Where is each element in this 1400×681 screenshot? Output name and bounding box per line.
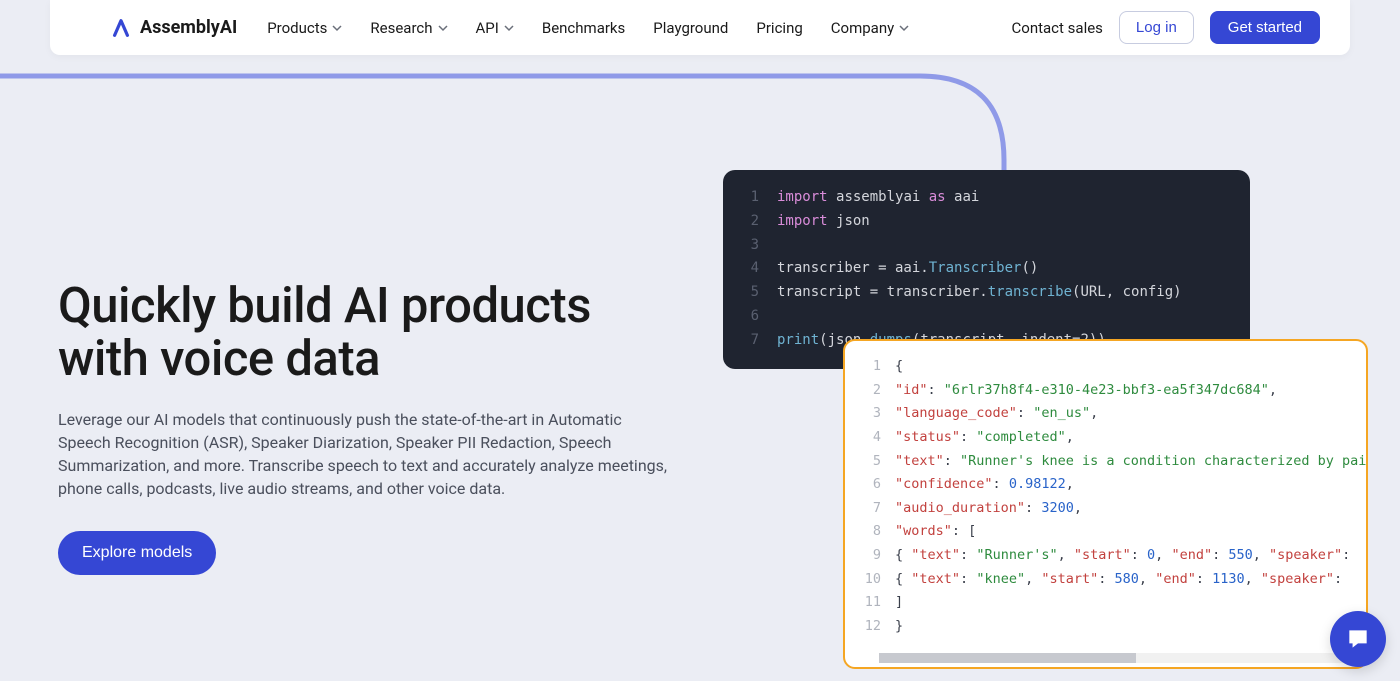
- code-content: import assemblyai as aai: [777, 186, 979, 210]
- code-content: "language_code": "en_us",: [895, 402, 1098, 426]
- code-line: 3: [723, 234, 1250, 258]
- line-number: 4: [859, 426, 881, 450]
- code-content: }: [895, 615, 903, 639]
- nav-item-label: Benchmarks: [542, 19, 625, 37]
- login-button[interactable]: Log in: [1119, 11, 1194, 44]
- code-line: 1 import assemblyai as aai: [723, 186, 1250, 210]
- line-number: 5: [737, 281, 759, 305]
- nav-item-label: API: [476, 19, 499, 37]
- nav-item-company[interactable]: Company: [831, 19, 909, 37]
- explore-models-button[interactable]: Explore models: [58, 531, 216, 575]
- line-number: 6: [859, 473, 881, 497]
- code-line: 12}: [845, 615, 1366, 639]
- line-number: 10: [859, 568, 881, 592]
- chevron-down-icon: [504, 23, 514, 33]
- code-line: 7 "audio_duration": 3200,: [845, 497, 1366, 521]
- code-line: 5 transcript = transcriber.transcribe(URL…: [723, 281, 1250, 305]
- nav-item-api[interactable]: API: [476, 19, 514, 37]
- nav-item-playground[interactable]: Playground: [653, 19, 728, 37]
- navbar: AssemblyAI Products Research API Benchmarks…: [50, 0, 1350, 55]
- code-content: "status": "completed",: [895, 426, 1074, 450]
- code-line: 4 "status": "completed",: [845, 426, 1366, 450]
- code-line: 4 transcriber = aai.Transcriber(): [723, 257, 1250, 281]
- nav-item-research[interactable]: Research: [370, 19, 447, 37]
- hero-title: Quickly build AI products with voice dat…: [58, 280, 678, 386]
- get-started-button[interactable]: Get started: [1210, 11, 1320, 44]
- hero-section: Quickly build AI products with voice dat…: [58, 280, 678, 575]
- nav-item-label: Pricing: [756, 19, 802, 37]
- code-content: "id": "6rlr37h8f4-e310-4e23-bbf3-ea5f347…: [895, 379, 1277, 403]
- nav-item-label: Research: [370, 19, 432, 37]
- line-number: 8: [859, 520, 881, 544]
- code-content: { "text": "knee", "start": 580, "end": 1…: [895, 568, 1342, 592]
- line-number: 1: [737, 186, 759, 210]
- contact-sales-link[interactable]: Contact sales: [1012, 19, 1103, 37]
- line-number: 5: [859, 450, 881, 474]
- chevron-down-icon: [438, 23, 448, 33]
- chevron-down-icon: [899, 23, 909, 33]
- code-line: 3 "language_code": "en_us",: [845, 402, 1366, 426]
- code-line: 6: [723, 305, 1250, 329]
- logo[interactable]: AssemblyAI: [110, 17, 237, 39]
- nav-item-label: Company: [831, 19, 894, 37]
- line-number: 2: [737, 210, 759, 234]
- code-line: 6 "confidence": 0.98122,: [845, 473, 1366, 497]
- nav-right: Contact sales Log in Get started: [1012, 11, 1320, 44]
- code-sample-json: 1{2 "id": "6rlr37h8f4-e310-4e23-bbf3-ea5…: [843, 339, 1368, 669]
- line-number: 4: [737, 257, 759, 281]
- code-content: transcript = transcriber.transcribe(URL,…: [777, 281, 1182, 305]
- code-content: {: [895, 355, 903, 379]
- horizontal-scrollbar[interactable]: [879, 653, 1346, 663]
- code-line: 2 "id": "6rlr37h8f4-e310-4e23-bbf3-ea5f3…: [845, 379, 1366, 403]
- line-number: 9: [859, 544, 881, 568]
- nav-item-benchmarks[interactable]: Benchmarks: [542, 19, 625, 37]
- code-content: "words": [: [895, 520, 976, 544]
- hero-subtitle: Leverage our AI models that continuously…: [58, 408, 678, 501]
- line-number: 1: [859, 355, 881, 379]
- line-number: 7: [859, 497, 881, 521]
- logo-text: AssemblyAI: [140, 17, 237, 38]
- line-number: 12: [859, 615, 881, 639]
- code-content: "text": "Runner's knee is a condition ch…: [895, 450, 1366, 474]
- code-content: "audio_duration": 3200,: [895, 497, 1082, 521]
- line-number: 2: [859, 379, 881, 403]
- chat-icon: [1345, 626, 1371, 652]
- nav-item-pricing[interactable]: Pricing: [756, 19, 802, 37]
- chat-button[interactable]: [1330, 611, 1386, 667]
- nav-item-label: Products: [267, 19, 327, 37]
- code-line: 9 { "text": "Runner's", "start": 0, "end…: [845, 544, 1366, 568]
- code-content: { "text": "Runner's", "start": 0, "end":…: [895, 544, 1350, 568]
- scrollbar-thumb[interactable]: [879, 653, 1136, 663]
- code-content: "confidence": 0.98122,: [895, 473, 1074, 497]
- code-line: 1{: [845, 355, 1366, 379]
- code-content: ]: [895, 591, 903, 615]
- code-line: 11 ]: [845, 591, 1366, 615]
- line-number: 7: [737, 329, 759, 353]
- chevron-down-icon: [332, 23, 342, 33]
- logo-icon: [110, 17, 132, 39]
- line-number: 3: [859, 402, 881, 426]
- nav-item-label: Playground: [653, 19, 728, 37]
- code-line: 10 { "text": "knee", "start": 580, "end"…: [845, 568, 1366, 592]
- nav-item-products[interactable]: Products: [267, 19, 342, 37]
- line-number: 3: [737, 234, 759, 258]
- code-line: 2 import json: [723, 210, 1250, 234]
- code-line: 8 "words": [: [845, 520, 1366, 544]
- nav-links: Products Research API Benchmarks Playground P…: [267, 19, 909, 37]
- line-number: 11: [859, 591, 881, 615]
- code-content: import json: [777, 210, 870, 234]
- code-content: transcriber = aai.Transcriber(): [777, 257, 1038, 281]
- line-number: 6: [737, 305, 759, 329]
- code-line: 5 "text": "Runner's knee is a condition …: [845, 450, 1366, 474]
